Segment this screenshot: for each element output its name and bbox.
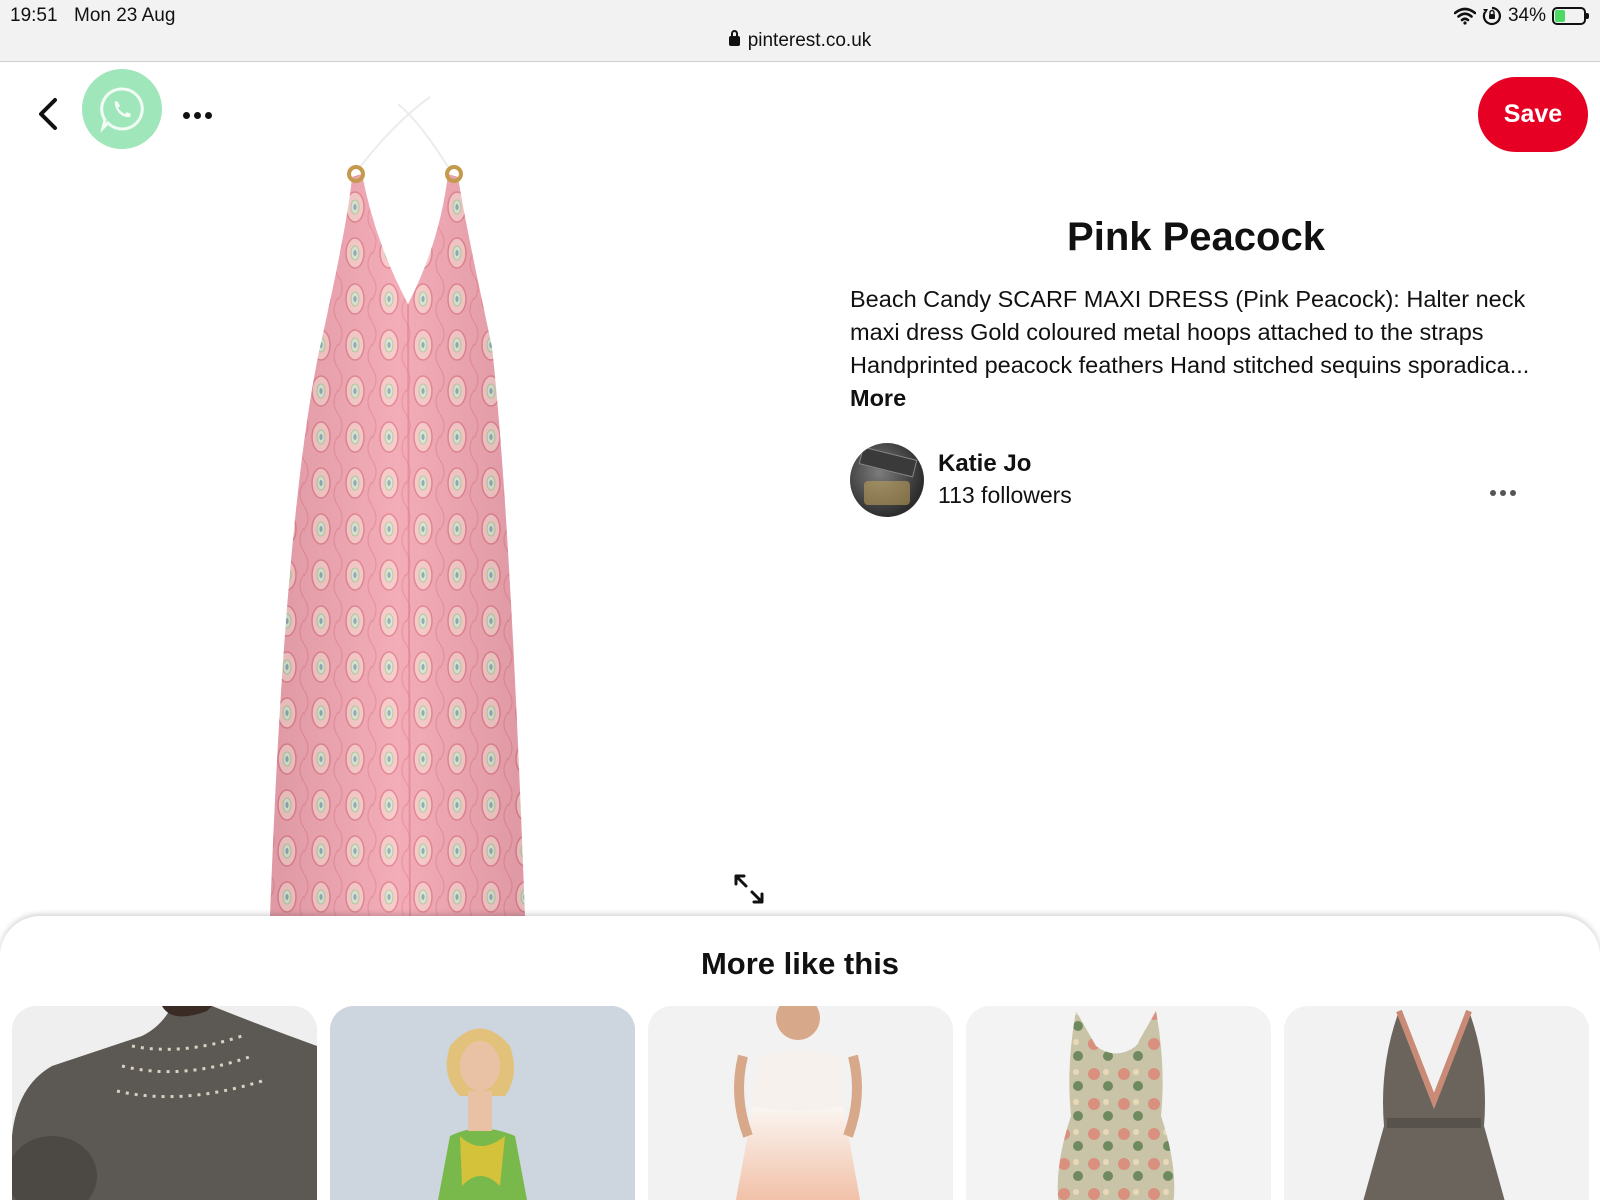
dress-image	[270, 96, 525, 918]
wifi-icon	[1453, 7, 1476, 25]
lock-icon	[728, 30, 740, 46]
more-like-this-title: More like this	[700, 946, 900, 981]
url-text: pinterest.co.uk	[747, 30, 872, 51]
dot	[204, 111, 212, 119]
ombre-dress-image	[648, 1006, 953, 1200]
floral-dress-image	[966, 1006, 1271, 1200]
dot	[182, 111, 190, 119]
address-bar[interactable]: pinterest.co.uk	[0, 30, 1600, 52]
expand-icon[interactable]	[732, 872, 766, 906]
knit-sweater-image	[12, 1006, 317, 1200]
pin-title: Pink Peacock	[1067, 215, 1325, 259]
chevron-left-icon	[39, 98, 57, 130]
status-date: Mon 23 Aug	[74, 5, 176, 26]
related-pin[interactable]	[330, 1006, 635, 1200]
creator-name[interactable]: Katie Jo	[938, 450, 1031, 478]
status-time: 19:51	[10, 5, 58, 26]
more-like-this-sheet[interactable]: More like this	[0, 916, 1600, 1200]
whatsapp-icon	[100, 87, 144, 133]
dot	[1510, 490, 1516, 496]
more-options-button[interactable]	[178, 100, 216, 130]
status-bar: 19:51 Mon 23 Aug pinterest.co.uk 34%	[0, 0, 1600, 62]
related-pin[interactable]	[1284, 1006, 1589, 1200]
creator-avatar[interactable]	[850, 443, 924, 517]
creator-followers: 113 followers	[938, 482, 1072, 508]
dot	[193, 111, 201, 119]
related-pin[interactable]	[966, 1006, 1271, 1200]
related-pins-grid	[12, 1006, 1589, 1200]
dot	[1500, 490, 1506, 496]
green-gown-image	[330, 1006, 635, 1200]
creator-more-button[interactable]	[1486, 482, 1520, 504]
orientation-lock-icon	[1482, 6, 1502, 26]
whatsapp-share-button[interactable]	[82, 69, 162, 149]
pin-image[interactable]	[270, 92, 540, 918]
related-pin[interactable]	[12, 1006, 317, 1200]
battery-percent: 34%	[1507, 5, 1546, 26]
related-pin[interactable]	[648, 1006, 953, 1200]
more-link[interactable]: More	[850, 385, 906, 411]
pin-description: Beach Candy SCARF MAXI DRESS (Pink Peaco…	[850, 283, 1540, 415]
dot	[1490, 490, 1496, 496]
status-indicators: 34%	[1453, 5, 1589, 27]
battery-icon	[1552, 7, 1589, 25]
back-button[interactable]	[30, 94, 66, 134]
save-button[interactable]: Save	[1478, 77, 1588, 152]
avatar-image-detail	[864, 481, 910, 505]
grey-dress-image	[1284, 1006, 1589, 1200]
description-text: Beach Candy SCARF MAXI DRESS (Pink Peaco…	[850, 286, 1530, 378]
avatar-image	[858, 446, 918, 478]
